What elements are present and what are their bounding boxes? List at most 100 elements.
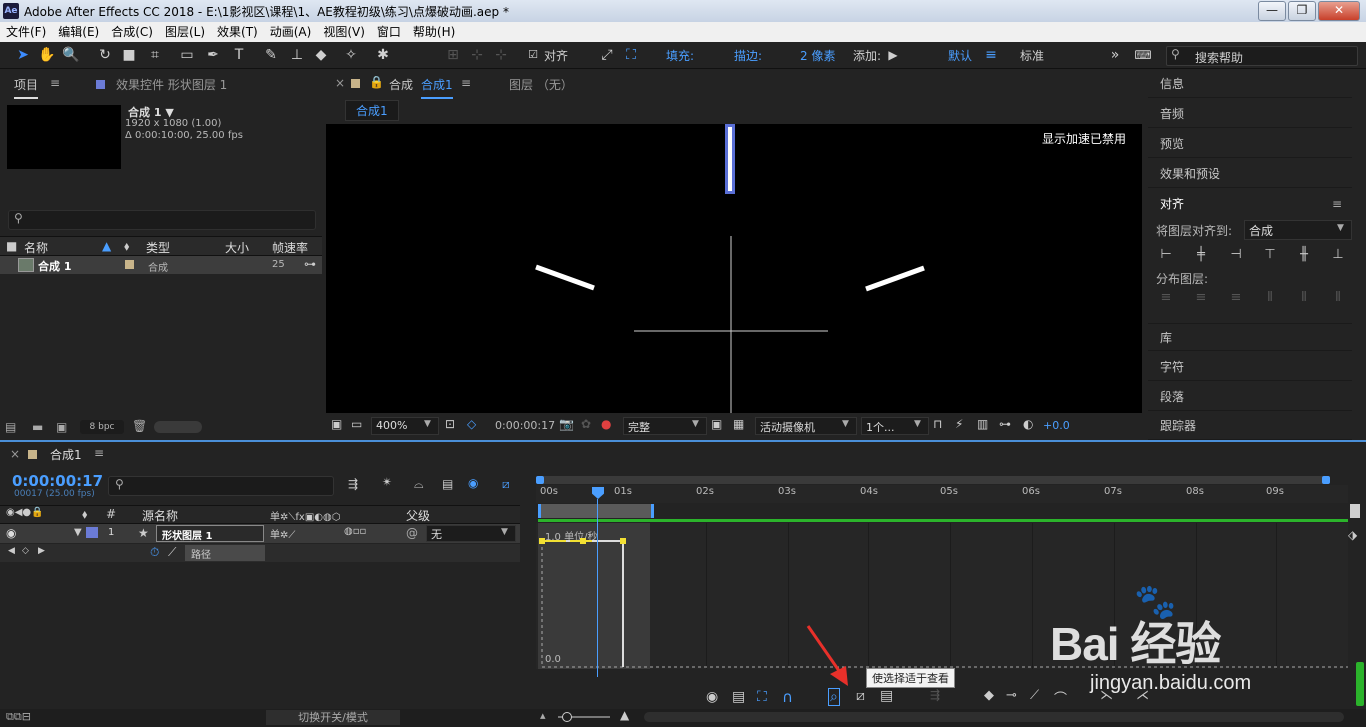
panel-audio[interactable]: 音频 [1148,100,1352,128]
layer-name-field[interactable]: 形状图层 1 [156,525,264,542]
column-source-name[interactable]: 源名称 [142,507,178,524]
local-axis-icon[interactable]: ⊞ [444,46,462,64]
panel-effects-presets[interactable]: 效果和预设 [1148,160,1352,188]
panel-character[interactable]: 字符 [1148,353,1352,381]
zoom-dropdown[interactable]: 400% ▼ [371,417,439,435]
visibility-eye-icon[interactable]: ◉ [6,526,16,540]
view-axis-icon[interactable]: ⊹ [492,46,510,64]
menu-help[interactable]: 帮助(H) [407,22,461,42]
menu-file[interactable]: 文件(F) [0,22,52,42]
pen-tool-icon[interactable]: ✒ [204,46,222,64]
distribute-vcenter-icon[interactable]: ≡ [1193,290,1209,306]
fit-icon[interactable]: ⊡ [445,417,455,431]
tab-effect-controls[interactable]: 效果控件 形状图层 1 [116,76,227,93]
panel-align[interactable]: 对齐 [1148,190,1352,218]
fit-selection-icon[interactable]: ⌕ [828,688,840,706]
separate-dimensions-icon[interactable]: ▤ [880,688,893,704]
layer-row[interactable]: ◉ ▼ 1 ★ 形状图层 1 单✲⟋ ◍▫▫ @ 无 ▼ [0,524,520,543]
comp-panel-menu-icon[interactable]: ≡ [461,76,471,90]
lock-icon[interactable]: 🔒 [369,75,384,89]
eraser-tool-icon[interactable]: ◆ [312,46,330,64]
add-play-icon[interactable]: ▶ [884,46,902,64]
distribute-right-icon[interactable]: ⦀ [1330,290,1346,306]
pan-behind-tool-icon[interactable]: ⌗ [146,46,164,64]
menu-window[interactable]: 窗口 [371,22,407,42]
parent-pickwhip-icon[interactable]: @ [406,526,418,540]
distribute-left-icon[interactable]: ⦀ [1262,290,1278,306]
close-tab-icon[interactable]: × [10,447,20,461]
menu-animation[interactable]: 动画(A) [264,22,318,42]
type-tool-icon[interactable]: T [230,46,248,64]
panel-tracker[interactable]: 跟踪器 [1148,412,1352,440]
parent-dropdown[interactable]: 无 ▼ [426,525,516,542]
tab-project[interactable]: 项目 [14,76,39,99]
new-folder-icon[interactable]: ▬ [32,420,43,434]
prev-keyframe-icon[interactable]: ◀ [8,546,15,556]
timeline-search-input[interactable]: ⚲ [108,476,334,496]
easy-ease-icon[interactable]: ⌒ [1054,688,1067,707]
project-row[interactable]: 合成 1 合成 25 ⊶ [0,256,322,274]
align-left-icon[interactable]: ⊢ [1158,247,1174,263]
zoom-out-icon[interactable]: ▴ [540,709,546,722]
distribute-top-icon[interactable]: ≡ [1158,290,1174,306]
project-scrollbar[interactable] [154,421,202,433]
work-area-bar[interactable] [538,504,654,518]
close-tab-icon[interactable]: × [335,76,345,90]
viewer-timecode[interactable]: 0:00:00:17 [495,419,555,432]
workspace-standard[interactable]: 标准 [1020,47,1044,64]
project-search-input[interactable]: ⚲ [8,210,316,230]
graph-editor-icon[interactable]: ⧄ [502,477,510,492]
panel-preview[interactable]: 预览 [1148,130,1352,158]
motion-blur-icon[interactable]: ◉ [468,476,478,490]
exposure-reset-icon[interactable]: ◐ [1023,417,1033,431]
property-row[interactable]: ◀ ◇ ▶ ⏱ ⟋ 路径 [0,544,520,562]
label-swatch[interactable] [125,260,134,269]
workspace-menu-icon[interactable]: ≡ [982,46,1000,64]
timeline-tab-name[interactable]: 合成1 [50,446,82,463]
flowchart-icon[interactable]: ⊶ [304,257,316,271]
roto-brush-tool-icon[interactable]: ✧ [342,46,360,64]
align-to-dropdown[interactable]: 合成 ▼ [1244,220,1352,240]
fast-preview-icon[interactable]: ⚡ [955,417,963,431]
add-keyframe-icon[interactable]: ◇ [22,546,29,556]
comp-breadcrumb[interactable]: 合成1 [345,100,399,121]
convert-linear-icon[interactable]: ⊸ [1006,688,1017,703]
views-dropdown[interactable]: 1个... ▼ [861,417,929,435]
layer-switches[interactable]: 单✲⟋ [270,526,295,541]
zoom-slider-thumb[interactable] [562,712,572,722]
expand-arrow-icon[interactable]: ▼ [74,527,82,538]
comp-end-marker[interactable] [1350,504,1360,518]
zoom-in-icon[interactable]: ▲ [620,708,629,722]
minimize-button[interactable]: — [1258,1,1286,21]
show-properties-icon[interactable]: ◉ [706,689,718,705]
shy-icon[interactable]: ⌓ [414,477,424,492]
transform-box-icon[interactable]: ⛶ [757,689,767,705]
align-panel-menu-icon[interactable]: ≡ [1332,197,1342,211]
world-axis-icon[interactable]: ⊹ [468,46,486,64]
selection-tool-icon[interactable]: ➤ [14,46,32,64]
menu-view[interactable]: 视图(V) [317,22,371,42]
column-parent[interactable]: 父级 [406,507,430,524]
clone-stamp-tool-icon[interactable]: ⊥ [288,46,306,64]
zoom-tool-icon[interactable]: 🔍 [62,46,80,64]
timeline-timecode[interactable]: 0:00:00:17 [12,472,103,490]
layer-label-swatch[interactable] [86,527,98,538]
delete-icon[interactable]: 🗑 [132,419,147,433]
snapshot-icon[interactable]: 📷 [559,417,574,431]
comp-mini-flowchart-icon[interactable]: ⇶ [348,477,358,491]
hand-tool-icon[interactable]: ✋ [38,46,56,64]
draft-3d-icon[interactable]: ✴ [382,475,392,489]
column-fps[interactable]: 帧速率 [272,239,308,256]
mask-visibility-icon[interactable]: ◇ [467,417,476,431]
transparency-grid-icon[interactable]: ▦ [733,417,744,431]
graph-vertical-scrollbar[interactable] [1356,662,1364,706]
menu-composition[interactable]: 合成(C) [105,22,159,42]
panel-library[interactable]: 库 [1148,323,1352,351]
time-navigator[interactable] [536,476,1330,484]
align-top-icon[interactable]: ⊤ [1262,247,1278,263]
quality-dropdown[interactable]: 完整 ▼ [623,417,707,435]
distribute-hcenter-icon[interactable]: ⦀ [1296,290,1312,306]
column-size[interactable]: 大小 [225,239,249,256]
panel-paragraph[interactable]: 段落 [1148,383,1352,411]
monitor-icon[interactable]: ▭ [351,417,362,431]
